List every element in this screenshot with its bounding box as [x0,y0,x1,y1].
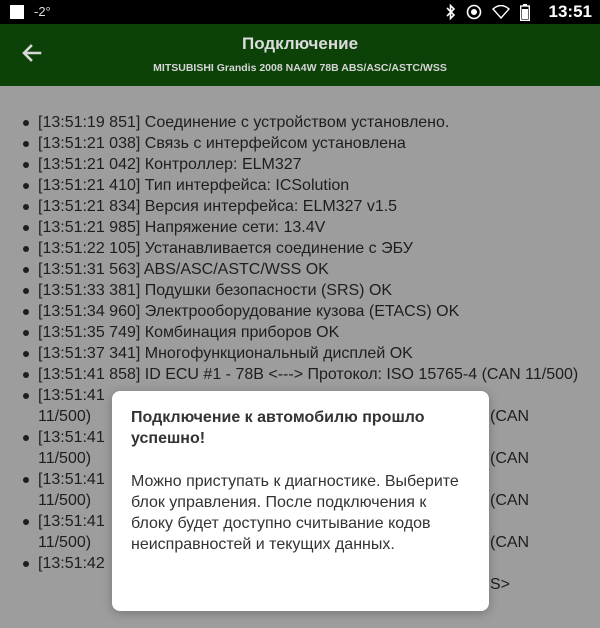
log-entry: [13:51:21 985] Напряжение сети: 13.4V [20,217,580,238]
status-icons [446,3,530,21]
log-entry: [13:51:21 834] Версия интерфейса: ELM327… [20,196,580,217]
bluetooth-icon [446,4,456,20]
log-peek-5: S> [490,576,511,593]
dialog-title: Подключение к автомобилю прошло успешно! [131,409,425,447]
log-entry: [13:51:35 749] Комбинация приборов OK [20,322,580,343]
log-entry: [13:51:37 341] Многофункциональный диспл… [20,343,580,364]
log-entry: [13:51:21 038] Связь с интерфейсом устан… [20,133,580,154]
log-entry: [13:51:22 105] Устанавливается соединени… [20,238,580,259]
log-entry: [13:51:21 410] Тип интерфейса: ICSolutio… [20,175,580,196]
log-entry: [13:51:41 858] ID ECU #1 - 78B <---> Про… [20,364,580,385]
log-peek-1: (CAN [490,408,530,425]
log-peek-4: (CAN [490,534,530,551]
sync-icon [466,4,482,20]
vehicle-subtitle: MITSUBISHI Grandis 2008 NA4W 78B ABS/ASC… [153,62,447,74]
log-entry: [13:51:33 381] Подушки безопасности (SRS… [20,280,580,301]
page-title: Подключение [241,34,359,53]
temperature-indicator: -2° [34,4,51,19]
log-entry: [13:51:31 563] ABS/ASC/ASTC/WSS OK [20,259,580,280]
log-peek-2: (CAN [490,450,530,467]
log-entry: [13:51:21 042] Контроллер: ELM327 [20,154,580,175]
log-peek-3: (CAN [490,492,530,509]
dialog-message: Можно приступать к диагностике. Выберите… [131,473,459,553]
wifi-icon [492,5,510,19]
notification-square-icon [10,5,24,19]
status-bar: -2° 13:51 [0,0,600,24]
log-entry: [13:51:19 851] Соединение с устройством … [20,112,580,133]
app-bar: Подключение MITSUBISHI Grandis 2008 NA4W… [0,24,600,86]
battery-icon [520,3,530,21]
clock: 13:51 [548,2,592,21]
log-entry: [13:51:34 960] Электрооборудование кузов… [20,301,580,322]
success-dialog[interactable]: Подключение к автомобилю прошло успешно!… [112,391,489,611]
